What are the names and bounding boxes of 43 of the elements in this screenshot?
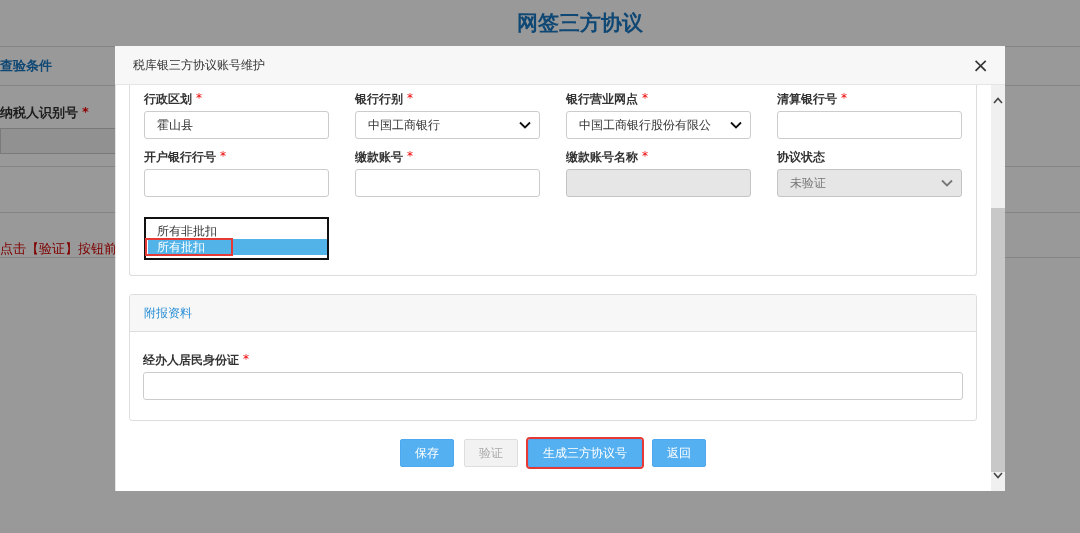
required-mark: * — [841, 91, 847, 105]
required-mark: * — [220, 149, 226, 163]
field-label: 协议状态 — [777, 149, 825, 165]
chevron-icon — [941, 179, 953, 187]
section-title: 查验条件 — [0, 57, 52, 75]
required-mark: * — [642, 149, 648, 163]
input-field[interactable] — [143, 372, 963, 400]
required-mark: * — [407, 149, 413, 163]
field-label: 银行营业网点 — [566, 91, 638, 107]
scroll-down-icon[interactable] — [993, 472, 1003, 479]
action-button[interactable]: 生成三方协议号 — [528, 439, 642, 467]
panel-title: 附报资料 — [144, 304, 192, 322]
required-mark: * — [82, 104, 89, 119]
field-label: 缴款账号名称 — [566, 149, 638, 165]
required-mark: * — [642, 91, 648, 105]
action-button[interactable]: 返回 — [652, 439, 706, 467]
input-field[interactable]: 霍山县 — [144, 111, 329, 139]
input-field[interactable] — [777, 111, 962, 139]
required-mark: * — [196, 91, 202, 105]
field-label: 缴款账号 — [355, 149, 403, 165]
field-label: 行政区划 — [144, 91, 192, 107]
notice-text: 点击【验证】按钮前 — [0, 240, 117, 258]
input-field[interactable] — [0, 128, 116, 154]
select-field[interactable]: 中国工商银行股份有限公 — [566, 111, 751, 139]
field-label: 纳税人识别号 — [0, 104, 78, 122]
field-label: 开户银行行号 — [144, 149, 216, 165]
dropdown-option[interactable]: 所有批扣 — [148, 239, 327, 255]
select-field[interactable]: 中国工商银行 — [355, 111, 540, 139]
dialog-title: 税库银三方协议账号维护 — [133, 56, 265, 74]
input-field[interactable] — [355, 169, 540, 197]
chevron-icon — [519, 121, 531, 129]
required-mark: * — [407, 91, 413, 105]
required-mark: * — [243, 352, 249, 366]
chevron-icon — [730, 121, 742, 129]
field-label: 银行行别 — [355, 91, 403, 107]
close-button[interactable]: × — [970, 55, 991, 75]
field-label: 清算银行号 — [777, 91, 837, 107]
scroll-up-icon[interactable] — [993, 97, 1003, 104]
scrollbar[interactable] — [991, 85, 1005, 491]
field-label: 经办人居民身份证 — [143, 352, 239, 368]
dropdown-option[interactable]: 所有非批扣 — [148, 223, 327, 239]
input-field[interactable] — [144, 169, 329, 197]
action-button[interactable]: 保存 — [400, 439, 454, 467]
